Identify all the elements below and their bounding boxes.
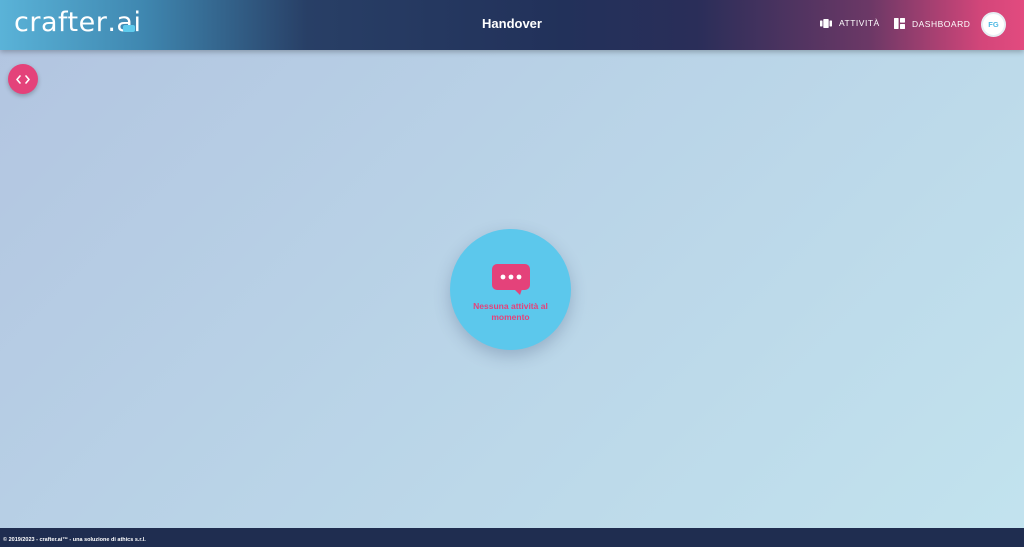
avatar-initials: FG bbox=[988, 20, 999, 29]
footer-copyright: © 2019/2023 - crafter.ai™ - una soluzion… bbox=[3, 537, 146, 543]
nav-activity-label: ATTIVITÀ bbox=[839, 18, 880, 28]
nav-dashboard-link[interactable]: DASHBOARD bbox=[894, 18, 970, 29]
chat-bubble-icon bbox=[491, 264, 530, 295]
empty-state-message: Nessuna attività al momento bbox=[473, 301, 548, 322]
footer: © 2019/2023 - crafter.ai™ - una soluzion… bbox=[0, 528, 1024, 547]
sidebar-toggle-button[interactable] bbox=[8, 64, 38, 94]
nav-dashboard-label: DASHBOARD bbox=[912, 18, 971, 29]
nav-activity-link[interactable]: ATTIVITÀ bbox=[820, 18, 880, 28]
dashboard-icon bbox=[894, 18, 905, 29]
user-avatar[interactable]: FG bbox=[981, 12, 1006, 37]
activity-icon bbox=[820, 18, 832, 28]
empty-state: Nessuna attività al momento bbox=[450, 229, 571, 350]
code-brackets-icon bbox=[16, 74, 30, 84]
top-header: crafter. ai Handover ATTIVITÀ DASHBOARD F… bbox=[0, 0, 1024, 50]
